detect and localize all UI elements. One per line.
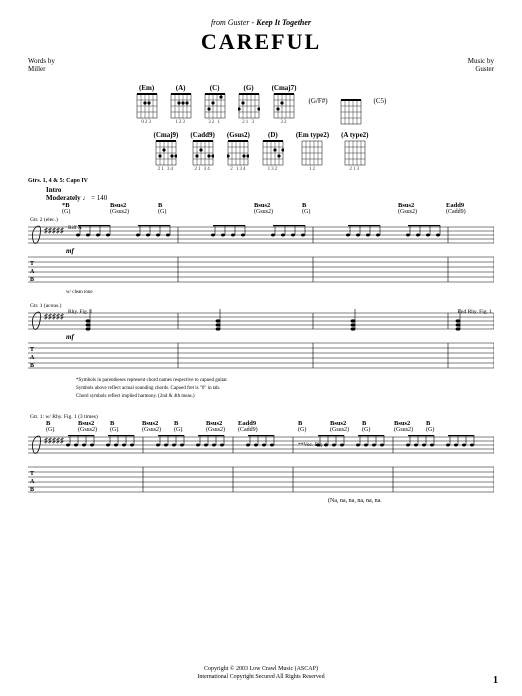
credits: Words by Miller Music by Guster xyxy=(28,57,494,74)
chord-label-gfs: (G/F#) xyxy=(308,97,327,111)
voc-fig-1-label: **Voc. Fig. 1 xyxy=(298,442,328,448)
svg-text:B: B xyxy=(30,487,34,493)
chord-diagram: (D)132 xyxy=(262,131,284,172)
song-title: CAREFUL xyxy=(28,29,494,55)
svg-text:A: A xyxy=(30,269,35,275)
album-name: Keep It Together xyxy=(256,18,311,27)
chord-diagram: (A type2)213 xyxy=(341,131,368,172)
svg-text:T: T xyxy=(30,347,34,353)
staff-tab-icon: ♯♯♯♯♯ TAB xyxy=(28,433,494,495)
chord-symbols-row: *BBsus2BBsus2BBsus2Eadd9 xyxy=(62,202,494,209)
staff-tab-icon: ♯♯♯♯♯ TAB xyxy=(28,309,494,371)
chord-diagram: (Em)023 xyxy=(136,84,158,125)
system-3: Gtr. 1: w/ Rhy. Fig. 1 (3 times) BBsus2B… xyxy=(28,414,494,504)
chord-diagram: (C)32 1 xyxy=(204,84,226,125)
rhy-fig-1-end: End Rhy. Fig. 1 xyxy=(457,309,492,315)
from-prefix: from Guster - xyxy=(211,18,256,27)
staff-tab-icon: ♯♯♯♯♯ TAB xyxy=(28,223,494,285)
chord-diagram: (Gsus2)2 134 xyxy=(227,131,250,172)
svg-text:♯♯♯♯♯: ♯♯♯♯♯ xyxy=(44,312,64,321)
svg-text:B: B xyxy=(30,363,34,369)
chord-diagram: (Em type2)12 xyxy=(296,131,329,172)
section-intro: Intro xyxy=(46,186,494,194)
chord-diagram-block: (Em)023 (A)123 (C)32 1 (G)21 3 (Cmaj7)32… xyxy=(91,84,431,172)
svg-text:T: T xyxy=(30,471,34,477)
svg-text:A: A xyxy=(30,355,35,361)
clean-tone-label: w/ clean tone xyxy=(66,290,494,295)
tempo-marking: Moderately ♩ = 140 xyxy=(46,194,494,202)
footnote-1: *Symbols in parentheses represent chord … xyxy=(76,378,494,384)
words-by: Miller xyxy=(28,65,55,73)
chord-diagram: (Cmaj7)32 xyxy=(272,84,297,125)
riff-a-label: Riff A xyxy=(68,225,82,231)
footnote-2: Symbols above reflect actual sounding ch… xyxy=(76,386,494,392)
dynamic-mf: mf xyxy=(66,247,74,255)
svg-text:B: B xyxy=(30,277,34,283)
from-line: from Guster - Keep It Together xyxy=(28,18,494,27)
svg-text:A: A xyxy=(30,479,35,485)
chord-symbols-paren: (G)(Gsus2)(G)(Gsus2)(G)(Gsus2)(Cadd9) xyxy=(62,209,494,215)
svg-text:♯♯♯♯♯: ♯♯♯♯♯ xyxy=(44,436,64,445)
footnote-3: Chord symbols reflect implied harmony. (… xyxy=(76,394,494,400)
chord-row-2: (Cmaj9)21 34 (Cadd9)21 34 (Gsus2)2 134 (… xyxy=(91,131,431,172)
chord-diagram: (Cmaj9)21 34 xyxy=(153,131,178,172)
chord-diagram: (Cadd9)21 34 xyxy=(190,131,215,172)
chord-label-c5: (C5) xyxy=(374,97,387,111)
music-by-label: Music by xyxy=(468,57,494,65)
page-number: 1 xyxy=(493,675,498,686)
dynamic-mf: mf xyxy=(66,333,74,341)
music-by: Guster xyxy=(468,65,494,73)
capo-instruction: Gtrs. 1, 4 & 5: Capo IV xyxy=(28,178,494,184)
chord-row-1: (Em)023 (A)123 (C)32 1 (G)21 3 (Cmaj7)32… xyxy=(91,84,431,125)
words-by-label: Words by xyxy=(28,57,55,65)
chord-diagram: (G)21 3 xyxy=(238,84,260,125)
lyrics-na: (Na, na, na, na, na, na. xyxy=(328,498,494,504)
chord-symbols-row: BBsus2BBsus2BBsus2Eadd9BBsus2BBsus2B xyxy=(46,420,494,427)
copyright: Copyright © 2003 Low Crawl Music (ASCAP)… xyxy=(0,666,522,682)
chord-diagram: (A)123 xyxy=(170,84,192,125)
system-2-gtr1: Gtr. 1 (acous.) Rhy. Fig. 1 End Rhy. Fig… xyxy=(28,303,494,376)
system-1-gtr2: Gtr. 2 (elec.) Riff A ♯♯♯♯♯ TAB mf w/ cl… xyxy=(28,217,494,295)
svg-text:♯♯♯♯♯: ♯♯♯♯♯ xyxy=(44,226,64,235)
svg-text:T: T xyxy=(30,261,34,267)
rhy-fig-1-label: Rhy. Fig. 1 xyxy=(68,309,92,315)
chord-diagram xyxy=(340,99,362,125)
